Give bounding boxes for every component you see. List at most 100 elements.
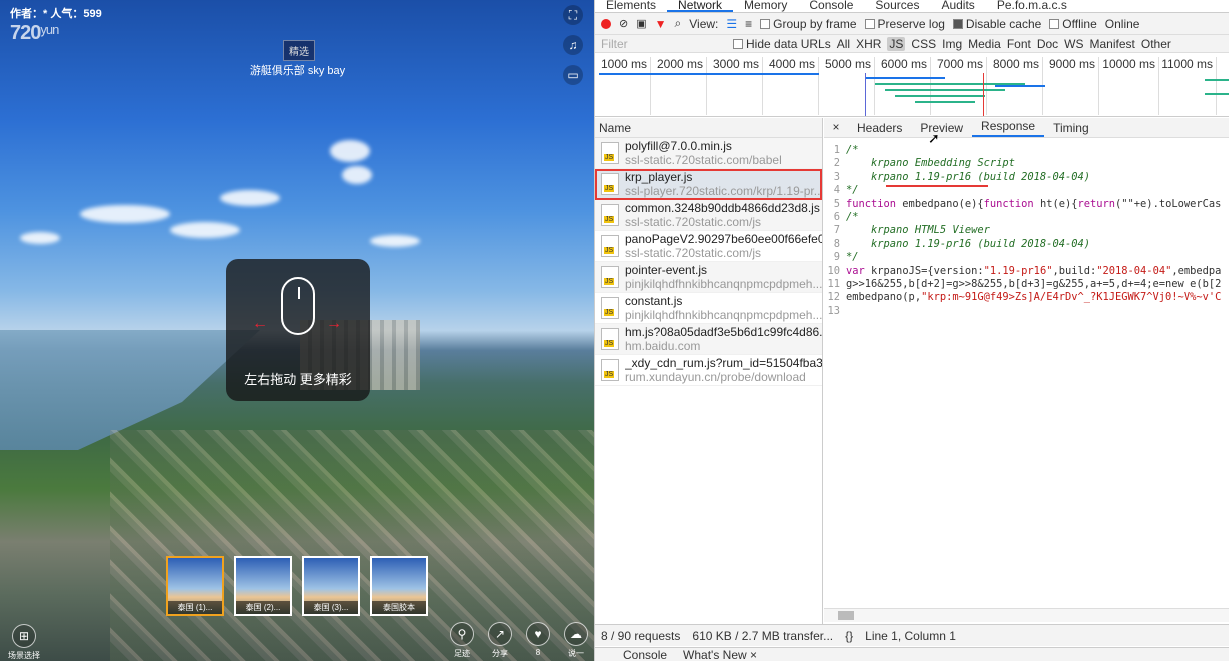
bottom-actions: ⚲ 足迹 ↗ 分享 ♥ 8 ☁ 说一 <box>448 622 590 659</box>
waterfall-view-icon[interactable]: ≡ <box>745 17 752 31</box>
footprint-button[interactable]: ⚲ 足迹 <box>448 622 476 659</box>
cloud <box>220 190 280 206</box>
timeline-bar <box>865 77 945 79</box>
js-file-icon <box>601 142 619 164</box>
pretty-print-button[interactable]: {} <box>839 625 859 646</box>
tab-network[interactable]: Network <box>667 0 734 12</box>
type-media[interactable]: Media <box>968 37 1001 51</box>
tab-performance[interactable]: Pe.fo.m.a.c.s <box>986 0 1078 12</box>
tab-preview[interactable]: Preview <box>911 119 972 137</box>
response-code[interactable]: 1/* 2 krpano Embedding Script 3 krpano 1.1… <box>824 138 1229 598</box>
request-count: 8 / 90 requests <box>601 629 681 643</box>
table-row[interactable]: pointer-event.jspinjkilqhdfhnkibhcanqnpm… <box>595 262 822 293</box>
chat-bubble-icon: ☁ <box>564 622 588 646</box>
filter-icon[interactable]: ▼ <box>655 17 667 31</box>
close-icon[interactable]: × <box>824 117 848 137</box>
comment-button[interactable]: ☁ 说一 <box>562 622 590 659</box>
tab-audits[interactable]: Audits <box>930 0 985 12</box>
horizontal-scrollbar[interactable] <box>824 608 1229 622</box>
scene-thumb[interactable]: 泰国 (3)... <box>302 556 360 616</box>
request-name: constant.js <box>625 294 683 308</box>
table-row[interactable]: polyfill@7.0.0.min.jsssl-static.720stati… <box>595 138 822 169</box>
js-file-icon <box>601 297 619 319</box>
annotation-underline <box>886 185 988 187</box>
request-host: pinjkilqhdfhnkibhcanqnpmcpdpmeh... <box>625 308 822 322</box>
tab-response[interactable]: Response <box>972 117 1045 137</box>
scene-thumb[interactable]: 泰国胶本 <box>370 556 428 616</box>
site-logo[interactable]: 720yun <box>10 22 59 45</box>
like-count: 8 <box>535 648 541 657</box>
disable-cache-label: Disable cache <box>965 16 1042 31</box>
vr-glasses-icon[interactable]: ▭ <box>563 65 583 85</box>
table-row[interactable]: constant.jspinjkilqhdfhnkibhcanqnpmcpdpm… <box>595 293 822 324</box>
table-row[interactable]: hm.js?08a05dadf3e5b6d1c99fc4d86...hm.bai… <box>595 324 822 355</box>
table-row[interactable]: panoPageV2.90297be60ee00f66efe0...ssl-st… <box>595 231 822 262</box>
code-line: 12 embedpano(p,"krp:m~91G@f49>Zs]A/E4rDv^… <box>827 291 1222 304</box>
cloud <box>342 166 372 184</box>
table-row[interactable]: krp_player.jsssl-player.720static.com/kr… <box>595 169 822 200</box>
type-manifest[interactable]: Manifest <box>1090 37 1135 51</box>
name-column-header[interactable]: Name <box>595 118 822 138</box>
group-by-frame-checkbox[interactable]: Group by frame <box>760 16 857 31</box>
music-icon[interactable]: ♫ <box>563 35 583 55</box>
share-button[interactable]: ↗ 分享 <box>486 622 514 659</box>
mouse-cursor-icon: ➚ <box>928 130 940 146</box>
type-img[interactable]: Img <box>942 37 962 51</box>
tick: 6000 ms <box>875 57 931 115</box>
scrollbar-thumb[interactable] <box>838 611 854 620</box>
request-name: _xdy_cdn_rum.js?rum_id=51504fba3... <box>625 356 822 370</box>
tick: 1000 ms <box>595 57 651 115</box>
arrow-left-icon: ← <box>252 315 268 332</box>
hide-data-urls-checkbox[interactable]: Hide data URLs <box>733 37 831 51</box>
drawer-tab-whats-new[interactable]: What's New × <box>683 648 757 661</box>
tab-memory[interactable]: Memory <box>733 0 798 12</box>
panorama-viewer[interactable]: 作者：* 人气：599 720yun 精选 游艇俱乐部 sky bay ⛶ ♫ … <box>0 0 594 661</box>
scene-thumb[interactable]: 泰国 (2)... <box>234 556 292 616</box>
type-css[interactable]: CSS <box>911 37 936 51</box>
tab-console[interactable]: Console <box>798 0 864 12</box>
table-row[interactable]: common.3248b90ddb4866dd23d8.jsssl-static… <box>595 200 822 231</box>
group-by-frame-label: Group by frame <box>773 16 857 31</box>
preserve-log-checkbox[interactable]: Preserve log <box>864 16 945 31</box>
request-name: hm.js?08a05dadf3e5b6d1c99fc4d86... <box>625 325 822 339</box>
type-js[interactable]: JS <box>887 36 906 51</box>
type-other[interactable]: Other <box>1141 37 1171 51</box>
clear-icon[interactable]: ⊘ <box>619 17 628 30</box>
like-button[interactable]: ♥ 8 <box>524 622 552 659</box>
camera-icon[interactable]: ▣ <box>636 17 646 30</box>
tab-headers[interactable]: Headers <box>848 119 911 137</box>
type-ws[interactable]: WS <box>1064 37 1083 51</box>
fullscreen-icon[interactable]: ⛶ <box>563 5 583 25</box>
cloud <box>20 232 60 244</box>
drawer-tab-console[interactable]: Console <box>623 648 667 661</box>
preserve-log-label: Preserve log <box>877 16 945 31</box>
timeline-bar <box>1205 79 1229 81</box>
tab-timing[interactable]: Timing <box>1044 119 1098 137</box>
code-line: 2 krpano Embedding Script <box>833 157 1015 170</box>
list-view-icon[interactable]: ☰ <box>726 17 737 31</box>
scene-thumb[interactable]: 泰国 (1)... <box>166 556 224 616</box>
request-name: pointer-event.js <box>625 263 708 277</box>
type-doc[interactable]: Doc <box>1037 37 1058 51</box>
tab-sources[interactable]: Sources <box>864 0 930 12</box>
tab-elements[interactable]: Elements <box>595 0 667 12</box>
share-label: 分享 <box>492 649 508 658</box>
request-name: panoPageV2.90297be60ee00f66efe0... <box>625 232 822 246</box>
search-icon[interactable]: ⌕ <box>675 16 682 31</box>
request-host: hm.baidu.com <box>625 339 701 353</box>
type-xhr[interactable]: XHR <box>856 37 881 51</box>
throttle-select[interactable]: Online <box>1105 17 1140 31</box>
thumbs-up-icon: ♥ <box>526 622 550 646</box>
record-icon[interactable] <box>601 18 611 29</box>
disable-cache-checkbox[interactable]: Disable cache <box>952 16 1042 31</box>
filter-input[interactable]: Filter <box>601 37 727 51</box>
scene-select-button[interactable]: ⊞ 场景选择 <box>8 624 40 661</box>
view-label: View: <box>689 16 719 31</box>
table-row[interactable]: _xdy_cdn_rum.js?rum_id=51504fba3...rum.x… <box>595 355 822 386</box>
type-all[interactable]: All <box>837 37 850 51</box>
offline-checkbox[interactable]: Offline <box>1049 17 1097 31</box>
type-font[interactable]: Font <box>1007 37 1031 51</box>
network-overview-timeline[interactable]: 1000 ms 2000 ms 3000 ms 4000 ms 5000 ms … <box>595 53 1229 117</box>
timeline-bar <box>1205 93 1229 95</box>
request-name: common.3248b90ddb4866dd23d8.js <box>625 201 820 215</box>
